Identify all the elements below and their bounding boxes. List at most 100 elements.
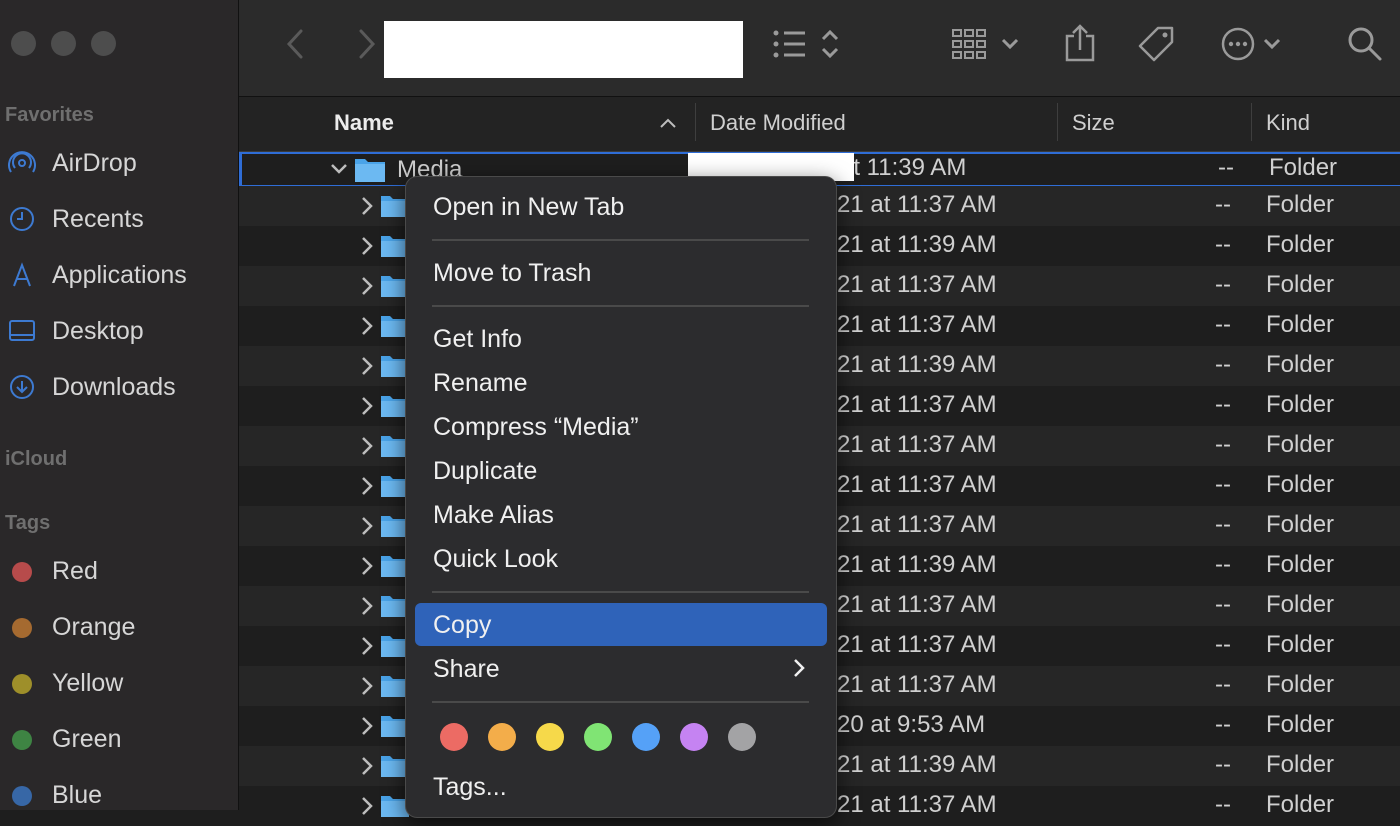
date-modified: 21 at 11:37 AM — [837, 471, 997, 498]
file-kind: Folder — [1266, 591, 1335, 618]
sidebar-tag-green[interactable]: Green — [0, 719, 238, 759]
minimize-window-button[interactable] — [51, 31, 76, 56]
disclosure-closed-icon[interactable] — [357, 435, 377, 457]
menu-tag-color-dot[interactable] — [728, 723, 756, 751]
file-kind: Folder — [1266, 511, 1335, 538]
group-grid-icon[interactable] — [951, 27, 1023, 61]
file-size: -- — [1215, 191, 1231, 218]
date-modified: 21 at 11:37 AM — [837, 791, 997, 818]
zoom-window-button[interactable] — [91, 31, 116, 56]
tag-color-dot — [12, 562, 32, 582]
clock-icon — [10, 207, 34, 231]
list-view-icon[interactable] — [771, 27, 843, 61]
menu-item-rename[interactable]: Rename — [433, 369, 528, 398]
disclosure-closed-icon[interactable] — [357, 515, 377, 537]
file-kind: Folder — [1266, 671, 1335, 698]
disclosure-closed-icon[interactable] — [357, 355, 377, 377]
column-divider[interactable] — [1057, 103, 1058, 141]
menu-tag-color-dot[interactable] — [440, 723, 468, 751]
tag-icon[interactable] — [1136, 24, 1176, 64]
more-actions-icon[interactable] — [1221, 26, 1285, 62]
sidebar-item-applications[interactable]: Applications — [0, 255, 238, 295]
column-divider[interactable] — [695, 103, 696, 141]
date-modified: 21 at 11:37 AM — [837, 671, 997, 698]
redacted-path-title — [384, 21, 743, 78]
disclosure-closed-icon[interactable] — [357, 395, 377, 417]
menu-tag-color-dot[interactable] — [680, 723, 708, 751]
column-header-date[interactable]: Date Modified — [710, 110, 846, 136]
disclosure-closed-icon[interactable] — [357, 195, 377, 217]
file-size: -- — [1215, 271, 1231, 298]
menu-item-move-to-trash[interactable]: Move to Trash — [433, 259, 591, 288]
menu-item-make-alias[interactable]: Make Alias — [433, 501, 554, 530]
disclosure-open-icon[interactable] — [329, 160, 349, 178]
menu-item-get-info[interactable]: Get Info — [433, 325, 522, 354]
disclosure-closed-icon[interactable] — [357, 675, 377, 697]
file-kind: Folder — [1266, 471, 1335, 498]
menu-item-compress[interactable]: Compress “Media” — [433, 413, 639, 442]
date-modified: 21 at 11:37 AM — [837, 591, 997, 618]
disclosure-closed-icon[interactable] — [357, 715, 377, 737]
menu-tag-color-dot[interactable] — [488, 723, 516, 751]
submenu-chevron-icon — [794, 659, 805, 677]
menu-item-open-new-tab[interactable]: Open in New Tab — [433, 193, 624, 222]
date-modified: 21 at 11:39 AM — [837, 751, 997, 778]
file-size: -- — [1215, 391, 1231, 418]
favorites-section-header: Favorites — [5, 104, 94, 126]
sidebar: Favorites AirDrop Recents Applications D… — [0, 0, 239, 810]
disclosure-closed-icon[interactable] — [357, 315, 377, 337]
sidebar-tag-orange[interactable]: Orange — [0, 607, 238, 647]
file-size: -- — [1215, 351, 1231, 378]
file-kind: Folder — [1266, 431, 1335, 458]
disclosure-closed-icon[interactable] — [357, 635, 377, 657]
date-modified: 21 at 11:37 AM — [837, 511, 997, 538]
file-kind: Folder — [1266, 551, 1335, 578]
menu-item-share[interactable]: Share — [433, 655, 500, 684]
file-kind: Folder — [1266, 391, 1335, 418]
file-size: -- — [1215, 671, 1231, 698]
column-header-size[interactable]: Size — [1072, 110, 1115, 136]
back-chevron-icon[interactable] — [285, 28, 305, 60]
disclosure-closed-icon[interactable] — [357, 235, 377, 257]
file-kind: Folder — [1266, 311, 1335, 338]
forward-chevron-icon[interactable] — [357, 28, 377, 60]
file-kind: Folder — [1266, 791, 1335, 818]
sidebar-item-airdrop[interactable]: AirDrop — [0, 143, 238, 183]
disclosure-closed-icon[interactable] — [357, 275, 377, 297]
download-icon — [10, 375, 34, 399]
sidebar-item-label: Downloads — [52, 372, 176, 401]
sidebar-item-label: Green — [52, 724, 122, 753]
sidebar-tag-blue[interactable]: Blue — [0, 775, 238, 815]
sidebar-tag-red[interactable]: Red — [0, 551, 238, 591]
menu-item-duplicate[interactable]: Duplicate — [433, 457, 537, 486]
share-icon[interactable] — [1063, 22, 1097, 64]
close-window-button[interactable] — [11, 31, 36, 56]
column-header-name[interactable]: Name — [334, 110, 394, 136]
disclosure-closed-icon[interactable] — [357, 755, 377, 777]
disclosure-closed-icon[interactable] — [357, 475, 377, 497]
file-kind: Folder — [1266, 751, 1335, 778]
menu-tag-color-dot[interactable] — [584, 723, 612, 751]
search-icon[interactable] — [1347, 26, 1383, 62]
icloud-section-header: iCloud — [5, 448, 68, 470]
menu-item-quick-look[interactable]: Quick Look — [433, 545, 558, 574]
sidebar-item-downloads[interactable]: Downloads — [0, 367, 238, 407]
sidebar-item-label: AirDrop — [52, 148, 137, 177]
file-size: -- — [1215, 311, 1231, 338]
date-modified: 21 at 11:37 AM — [837, 631, 997, 658]
menu-item-copy[interactable]: Copy — [433, 611, 491, 640]
column-divider[interactable] — [1251, 103, 1252, 141]
menu-tag-color-dot[interactable] — [536, 723, 564, 751]
column-header-kind[interactable]: Kind — [1266, 110, 1310, 136]
menu-item-tags[interactable]: Tags... — [433, 773, 507, 802]
sidebar-item-recents[interactable]: Recents — [0, 199, 238, 239]
sidebar-tag-yellow[interactable]: Yellow — [0, 663, 238, 703]
context-menu: Open in New Tab Move to Trash Get Info R… — [405, 176, 837, 818]
disclosure-closed-icon[interactable] — [357, 555, 377, 577]
sidebar-item-desktop[interactable]: Desktop — [0, 311, 238, 351]
date-modified: 21 at 11:39 AM — [837, 231, 997, 258]
disclosure-closed-icon[interactable] — [357, 595, 377, 617]
date-modified: 21 at 11:37 AM — [837, 271, 997, 298]
menu-tag-color-dot[interactable] — [632, 723, 660, 751]
disclosure-closed-icon[interactable] — [357, 795, 377, 817]
